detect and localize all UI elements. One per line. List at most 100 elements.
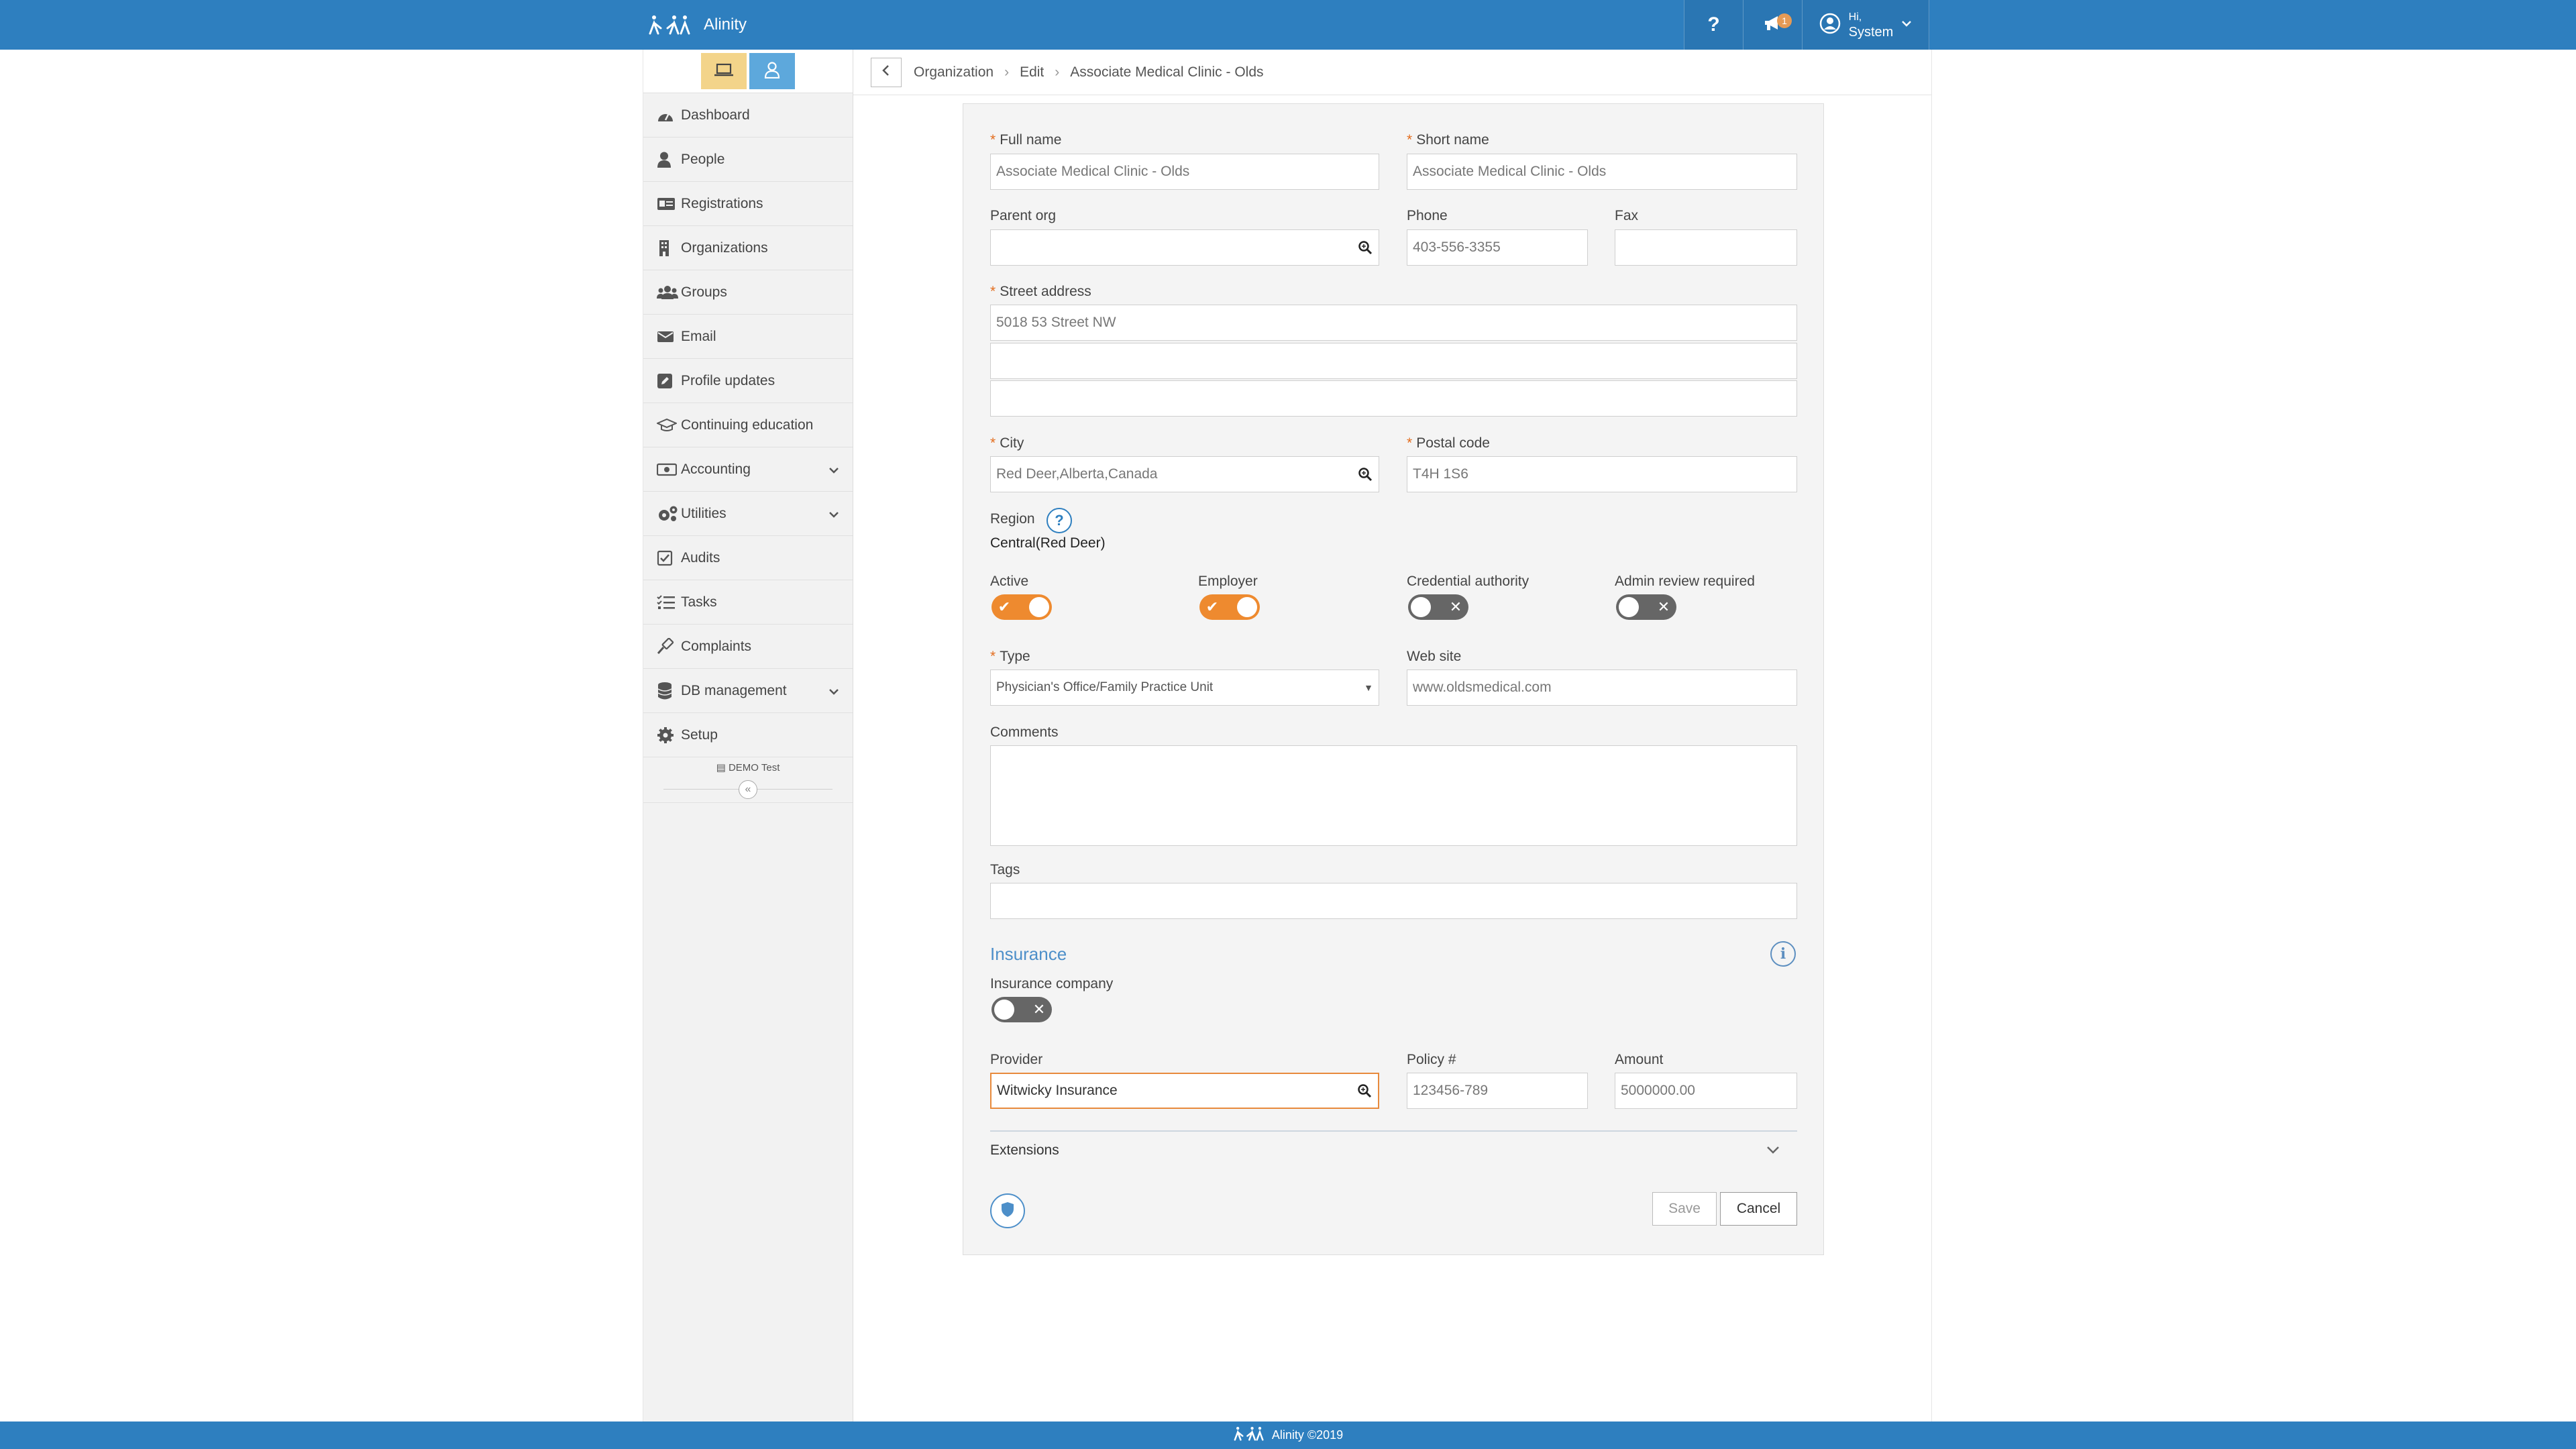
alinity-logo-icon [1233,1425,1267,1446]
credential-authority-toggle[interactable]: ✕ [1408,594,1468,620]
phone-input[interactable]: 403-556-3355 [1407,229,1588,266]
street-address-label: * Street address [990,284,1091,299]
street-address-line2-input[interactable] [990,343,1797,379]
close-icon: ✕ [1449,598,1462,615]
sidebar-item-tasks[interactable]: Tasks [643,580,853,625]
sidebar-item-label: Registrations [681,195,763,211]
tags-input[interactable] [990,883,1797,919]
sidebar-item-label: Setup [681,727,718,743]
sidebar-item-utilities[interactable]: Utilities [643,492,853,536]
checkbox-icon [657,550,681,566]
extensions-toggle[interactable]: Extensions [990,1142,1059,1159]
sidebar-item-accounting[interactable]: Accounting [643,447,853,492]
breadcrumb-organization[interactable]: Organization [914,64,994,80]
gavel-icon [657,637,681,655]
breadcrumb-current: Associate Medical Clinic - Olds [1070,64,1264,80]
city-label: * City [990,435,1024,451]
sidebar-collapse-row: « [643,773,853,803]
short-name-input[interactable]: Associate Medical Clinic - Olds [1407,154,1797,190]
sidebar-item-email[interactable]: Email [643,315,853,359]
cancel-button[interactable]: Cancel [1720,1192,1797,1226]
organization-form: * Full name Associate Medical Clinic - Ol… [963,103,1824,1255]
brand[interactable]: Alinity [647,0,747,50]
web-site-input[interactable]: www.oldsmedical.com [1407,669,1797,706]
sidebar-item-label: Utilities [681,505,727,521]
tasks-icon [657,594,681,610]
sidebar-item-label: Organizations [681,239,768,256]
phone-label: Phone [1407,208,1448,223]
chevron-down-icon [828,684,839,700]
info-icon[interactable]: i [1770,941,1796,967]
user-menu[interactable]: Hi, System [1802,0,1929,50]
full-name-input[interactable]: Associate Medical Clinic - Olds [990,154,1379,190]
save-button[interactable]: Save [1652,1192,1717,1226]
amount-input[interactable]: 5000000.00 [1615,1073,1797,1109]
breadcrumb-edit[interactable]: Edit [1020,64,1044,80]
chevron-down-icon[interactable] [1766,1144,1780,1159]
notification-badge: 1 [1777,13,1792,28]
database-icon [657,682,681,700]
app-name: Alinity [704,15,747,34]
sidebar-item-label: Accounting [681,461,751,477]
sidebar-item-label: Tasks [681,594,717,610]
city-input[interactable]: Red Deer,Alberta,Canada [990,456,1379,492]
top-bar: Alinity ? 1 Hi, System [0,0,2576,50]
help-icon: ? [1707,13,1720,36]
comments-textarea[interactable] [990,745,1797,846]
sidebar-item-people[interactable]: People [643,138,853,182]
street-address-line1-input[interactable]: 5018 53 Street NW [990,305,1797,341]
postal-code-input[interactable]: T4H 1S6 [1407,456,1797,492]
fax-input[interactable] [1615,229,1797,266]
search-icon[interactable] [1357,239,1373,256]
shield-icon [1000,1201,1015,1222]
edit-icon [657,373,681,389]
policy-input[interactable]: 123456-789 [1407,1073,1588,1109]
breadcrumb-separator: › [1055,64,1060,80]
sidebar-item-organizations[interactable]: Organizations [643,226,853,270]
sidebar-item-audits[interactable]: Audits [643,536,853,580]
laptop-icon [714,62,734,80]
person-icon [657,152,681,168]
notifications-button[interactable]: 1 [1743,0,1802,50]
search-icon[interactable] [1356,1083,1373,1099]
employer-toggle[interactable]: ✔ [1199,594,1260,620]
alinity-logo-icon [647,13,694,36]
chevron-down-icon [1901,19,1912,31]
sidebar-item-label: Audits [681,549,720,566]
sidebar-item-label: Complaints [681,638,752,654]
admin-review-toggle[interactable]: ✕ [1616,594,1676,620]
sidebar-item-groups[interactable]: Groups [643,270,853,315]
type-select[interactable]: Physician's Office/Family Practice Unit … [990,669,1379,706]
sidebar-item-profile-updates[interactable]: Profile updates [643,359,853,403]
sidebar-item-registrations[interactable]: Registrations [643,182,853,226]
security-button[interactable] [990,1193,1025,1228]
caret-down-icon: ▼ [1364,682,1373,693]
sidebar-item-label: Groups [681,284,727,300]
sidebar-item-setup[interactable]: Setup [643,713,853,757]
insurance-company-toggle[interactable]: ✕ [991,997,1052,1022]
sidebar-item-dashboard[interactable]: Dashboard [643,93,853,138]
provider-input[interactable]: Witwicky Insurance [990,1073,1379,1109]
breadcrumb-separator: › [1004,64,1010,80]
sidebar-item-continuing-education[interactable]: Continuing education [643,403,853,447]
desktop-mode-button[interactable] [701,53,747,89]
parent-org-label: Parent org [990,208,1057,223]
graduation-cap-icon [657,418,681,433]
server-icon: ▤ [716,762,729,773]
user-name: System [1848,25,1894,40]
building-icon [657,239,681,257]
amount-label: Amount [1615,1052,1664,1067]
back-button[interactable] [871,57,902,87]
region-help-icon[interactable]: ? [1046,508,1072,533]
help-button[interactable]: ? [1684,0,1743,50]
collapse-sidebar-button[interactable]: « [739,780,757,799]
person-mode-button[interactable] [749,53,795,89]
sidebar-item-db-management[interactable]: DB management [643,669,853,713]
search-icon[interactable] [1357,466,1373,482]
mode-switcher [643,50,853,93]
active-toggle[interactable]: ✔ [991,594,1052,620]
top-right-controls: ? 1 Hi, System [1684,0,1929,50]
parent-org-input[interactable] [990,229,1379,266]
sidebar-item-complaints[interactable]: Complaints [643,625,853,669]
street-address-line3-input[interactable] [990,380,1797,417]
